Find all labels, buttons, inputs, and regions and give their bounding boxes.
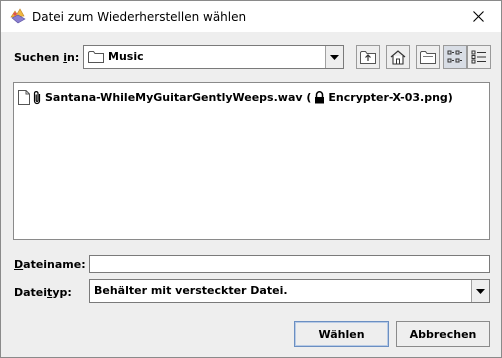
folder-icon [88, 51, 104, 63]
up-one-level-button[interactable] [356, 45, 380, 69]
filetype-label: Dateityp: [14, 286, 72, 299]
chevron-down-icon [330, 54, 339, 60]
look-in-label: Suchen in: [14, 51, 80, 64]
list-item[interactable]: Santana-WhileMyGuitarGentlyWeeps.wav ( E… [18, 88, 453, 106]
home-button[interactable] [386, 45, 410, 69]
close-icon [472, 11, 484, 22]
filename-label: Dateiname: [14, 258, 86, 271]
file-name: Santana-WhileMyGuitarGentlyWeeps.wav ( [45, 90, 312, 104]
look-in-combo[interactable]: Music [83, 45, 344, 69]
choose-button[interactable]: Wählen [294, 321, 389, 347]
look-in-value: Music [108, 50, 144, 63]
file-icon [18, 89, 30, 105]
chevron-down-icon [476, 288, 485, 294]
cancel-button[interactable]: Abbrechen [396, 321, 490, 347]
file-list[interactable]: Santana-WhileMyGuitarGentlyWeeps.wav ( E… [13, 82, 490, 240]
list-view-button[interactable] [443, 45, 467, 69]
filetype-combo[interactable]: Behälter mit versteckter Datei. [89, 279, 490, 303]
filetype-dropdown-arrow[interactable] [471, 280, 489, 302]
lock-icon [315, 90, 325, 103]
window-title: Datei zum Wiederherstellen wählen [32, 10, 247, 24]
title-bar: Datei zum Wiederherstellen wählen [1, 1, 501, 32]
look-in-dropdown-arrow[interactable] [325, 46, 343, 68]
file-chooser-dialog: Datei zum Wiederherstellen wählen Suchen… [0, 0, 502, 358]
app-icon [9, 8, 27, 24]
new-folder-button[interactable] [416, 45, 440, 69]
list-view-icon [447, 50, 462, 63]
close-button[interactable] [455, 1, 501, 32]
container-name: Encrypter-X-03.png) [328, 90, 453, 104]
details-view-icon [471, 50, 486, 64]
details-view-button[interactable] [467, 45, 491, 69]
home-icon [390, 49, 406, 65]
paperclip-icon [33, 90, 41, 104]
filetype-value: Behälter mit versteckter Datei. [94, 284, 288, 297]
new-folder-icon [420, 51, 436, 64]
filename-input[interactable] [89, 255, 490, 273]
up-folder-icon [360, 51, 376, 64]
